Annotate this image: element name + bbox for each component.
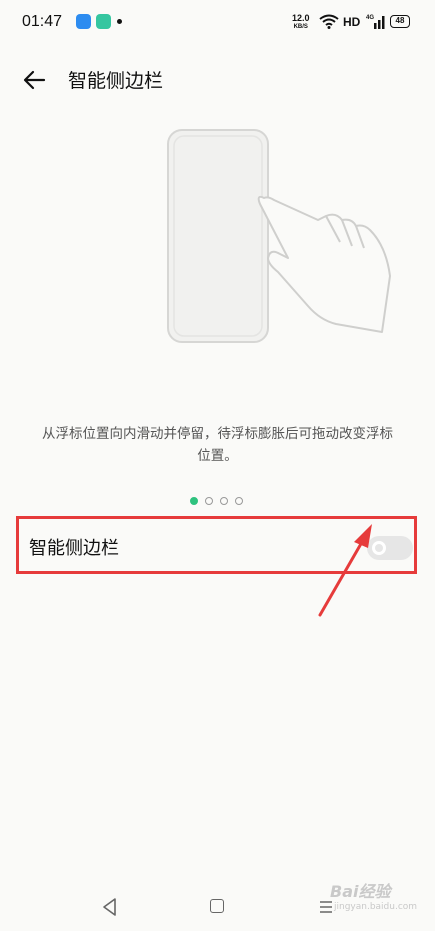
baidu-jingyan-watermark: Bai经验 jingyan.baidu.com	[330, 878, 417, 912]
smart-sidebar-label: 智能侧边栏	[29, 538, 119, 559]
back-triangle-icon[interactable]	[100, 897, 120, 917]
cellular-signal-icon: 4G	[366, 15, 385, 29]
hand-swipe-icon	[257, 195, 391, 333]
watermark-url: jingyan.baidu.com	[334, 902, 418, 912]
phone-outline-icon	[167, 129, 269, 343]
back-arrow-icon[interactable]	[20, 66, 48, 94]
page-header: 智能侧边栏	[0, 58, 435, 102]
network-speed: 12.0 KB/S	[292, 14, 310, 32]
page-dot-active[interactable]	[190, 497, 198, 505]
app-notification-icon	[76, 14, 91, 29]
annotation-arrow-icon	[318, 524, 372, 617]
page-dot[interactable]	[205, 497, 213, 505]
hd-indicator: HD	[343, 15, 361, 29]
page-dot[interactable]	[235, 497, 243, 505]
battery-icon: 48	[390, 15, 410, 28]
more-notifications-dot-icon	[117, 19, 122, 24]
watermark-brand: Bai经验	[330, 882, 391, 901]
page-title: 智能侧边栏	[68, 70, 164, 92]
cellular-type-label: 4G	[366, 15, 374, 21]
screen: 01:47 12.0 KB/S HD 4G 48 智能侧边栏 从浮标位置向内滑动…	[0, 0, 435, 931]
status-bar: 01:47 12.0 KB/S HD 4G 48	[0, 0, 435, 44]
gesture-description: 从浮标位置向内滑动并停留，待浮标膨胀后可拖动改变浮标位置。	[42, 426, 393, 464]
status-time: 01:47	[22, 13, 63, 30]
network-speed-unit: KB/S	[293, 24, 308, 30]
gesture-illustration	[167, 129, 391, 343]
home-square-icon[interactable]	[210, 899, 224, 913]
network-speed-value: 12.0	[292, 13, 310, 23]
wifi-icon	[319, 14, 339, 29]
page-dot[interactable]	[220, 497, 228, 505]
app-notification-icon	[96, 14, 111, 29]
